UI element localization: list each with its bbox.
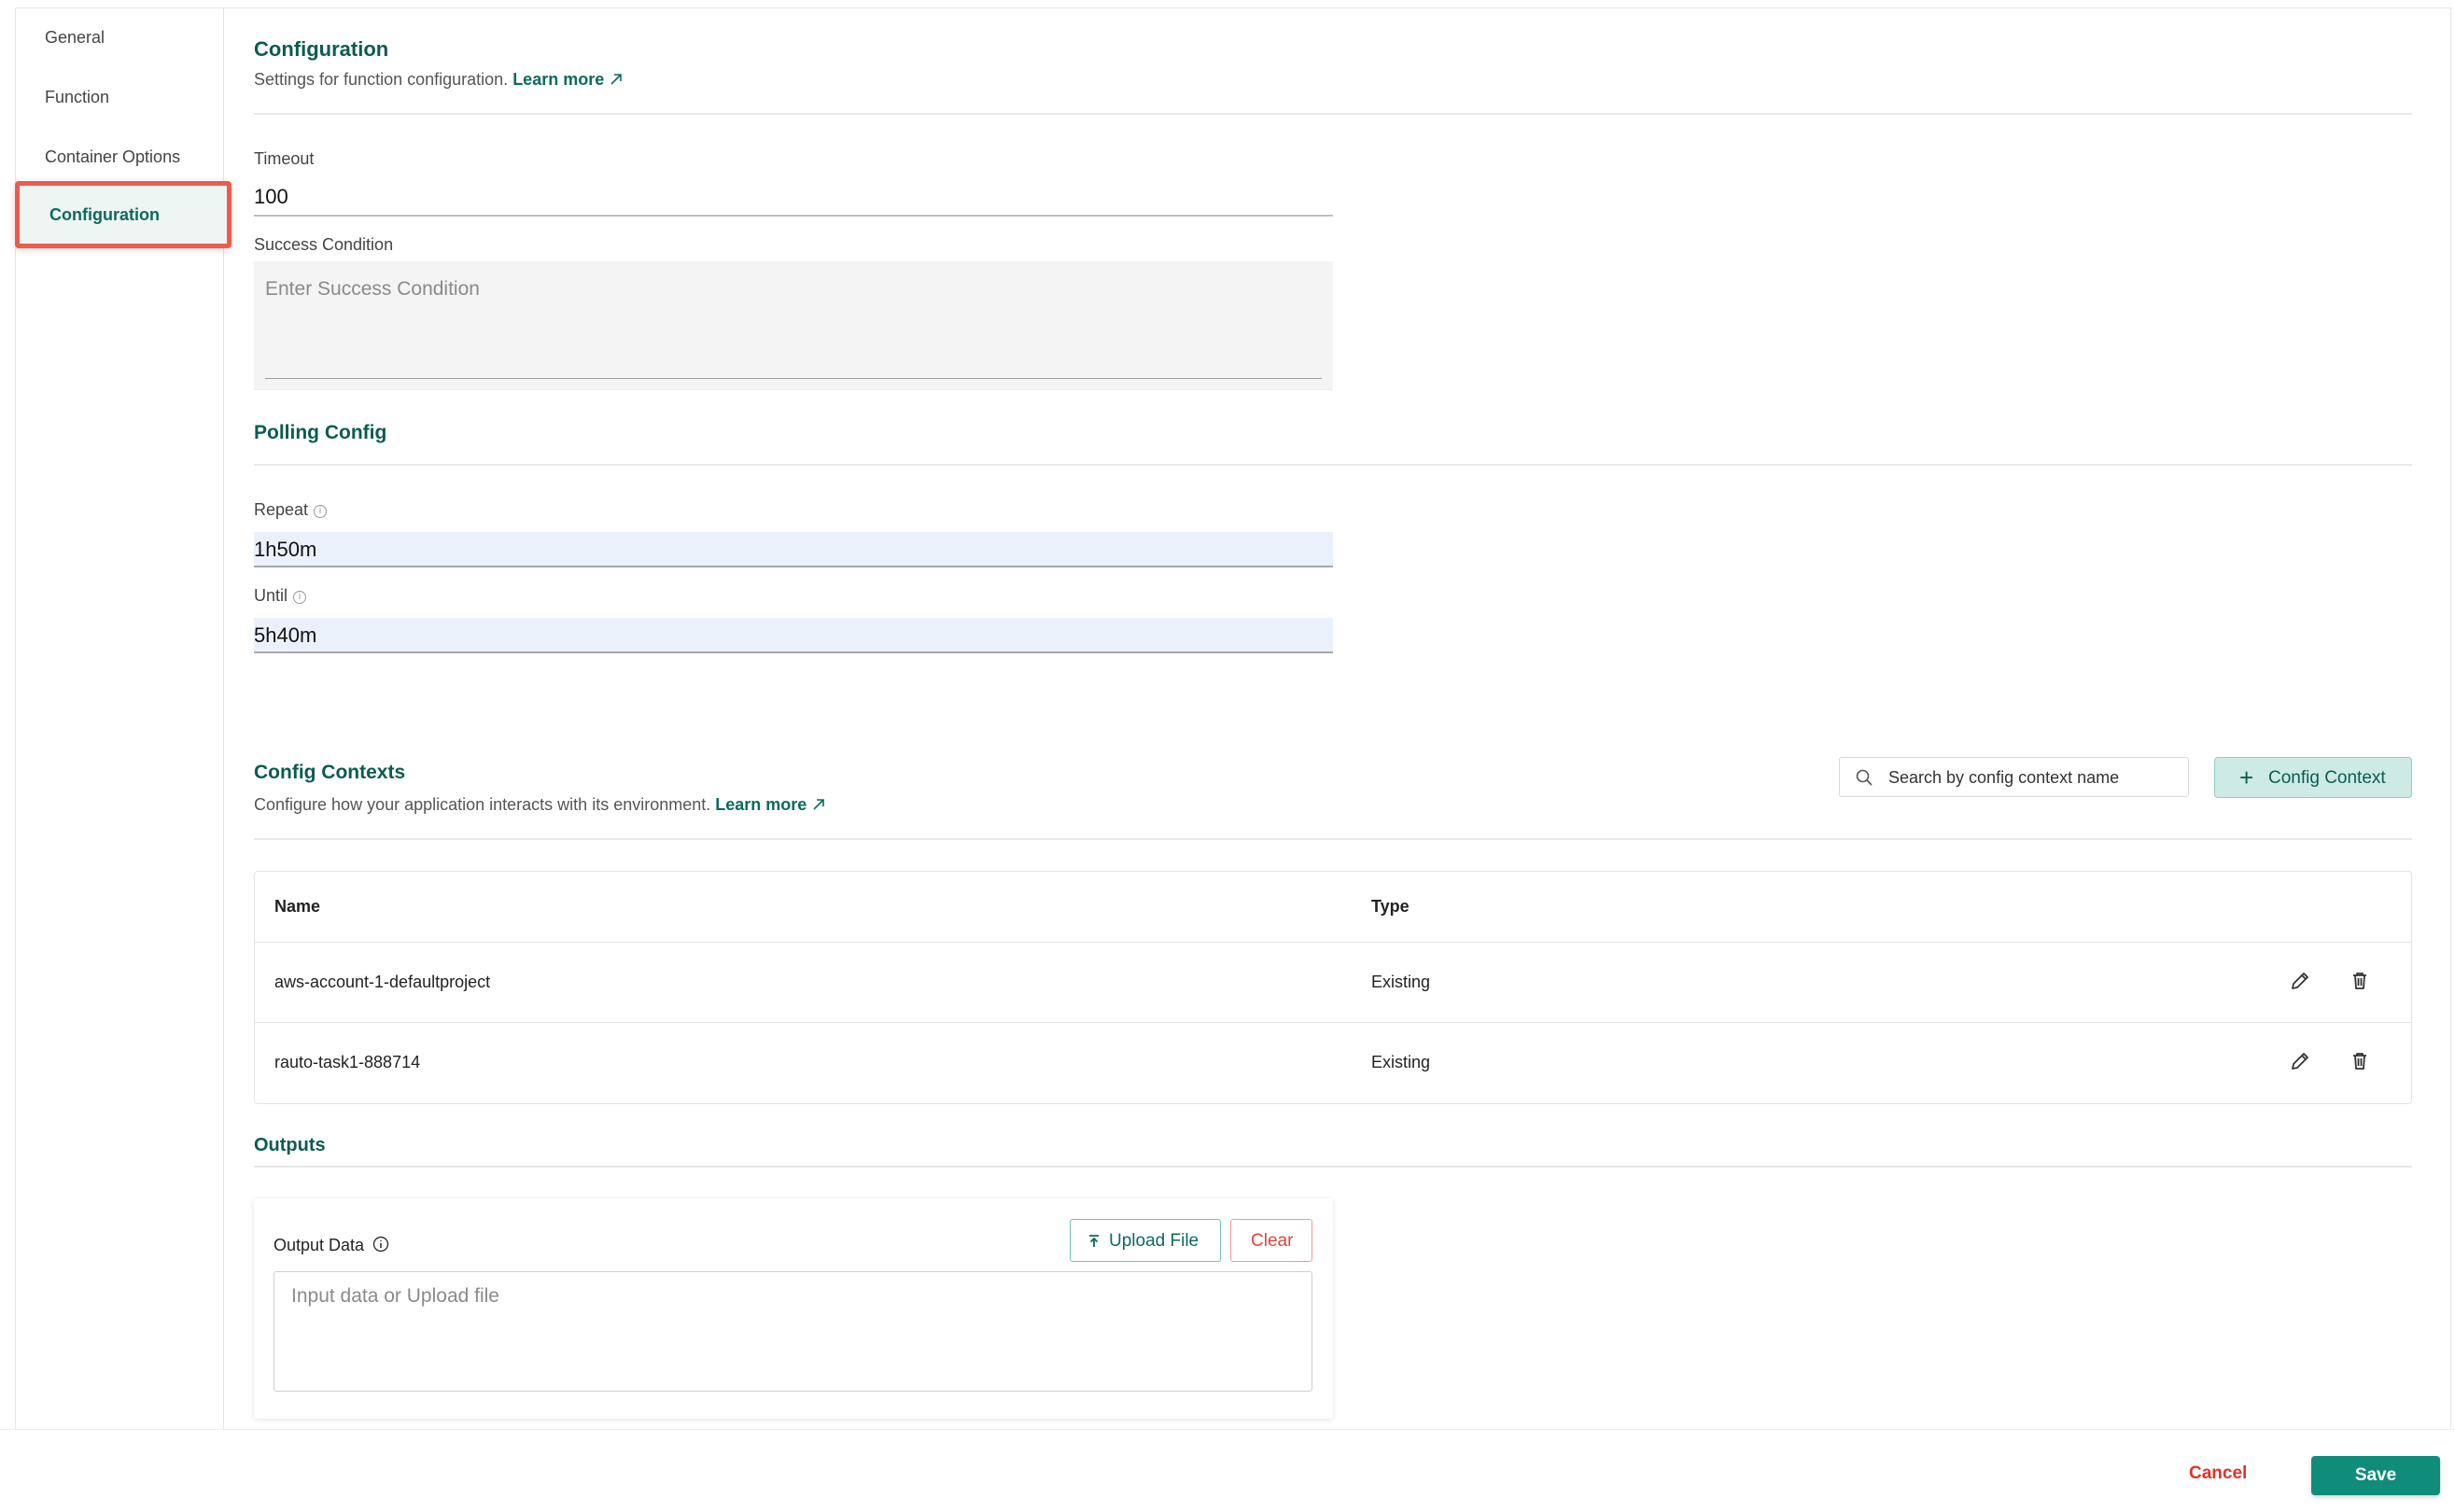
configuration-description: Settings for function configuration. Lea… (254, 70, 624, 90)
info-icon[interactable]: i (314, 505, 328, 518)
context-type: Existing (1371, 973, 1431, 991)
config-context-search[interactable]: Search by config context name (1839, 757, 2189, 797)
row-separator (255, 1022, 2411, 1023)
config-contexts-title: Config Contexts (254, 762, 406, 783)
plus-icon: + (2239, 763, 2254, 791)
add-config-context-button[interactable]: + Config Context (2214, 757, 2412, 798)
repeat-label: Repeat i (254, 500, 328, 520)
timeout-input[interactable]: 100 (254, 185, 288, 209)
clear-label: Clear (1251, 1231, 1294, 1251)
context-type: Existing (1371, 1053, 1431, 1071)
external-link-icon (610, 74, 623, 85)
info-icon[interactable]: i (293, 591, 307, 604)
output-data-label: Output Data (274, 1236, 389, 1255)
search-input[interactable]: Search by config context name (1888, 768, 2119, 788)
search-icon (1856, 769, 1873, 786)
repeat-value: 1h50m (254, 538, 317, 561)
timeout-label: Timeout (254, 149, 315, 168)
column-header-name[interactable]: Name (274, 897, 320, 917)
learn-more-label: Learn more (715, 795, 807, 814)
save-button[interactable]: Save (2311, 1456, 2440, 1495)
until-label: Until i (254, 586, 307, 606)
upload-file-label: Upload File (1109, 1231, 1199, 1251)
repeat-input[interactable]: 1h50m (254, 532, 1333, 567)
success-condition-placeholder: Enter Success Condition (265, 278, 480, 300)
add-config-context-label: Config Context (2268, 768, 2386, 788)
output-data-label-text: Output Data (274, 1236, 365, 1254)
polling-config-title: Polling Config (254, 422, 387, 443)
section-divider (254, 838, 2412, 840)
trash-icon[interactable] (2346, 967, 2374, 995)
section-divider (254, 1166, 2412, 1168)
sidebar-item-function[interactable]: Function (45, 88, 109, 107)
learn-more-label: Learn more (512, 70, 605, 89)
section-divider (254, 464, 2412, 466)
config-contexts-description: Configure how your application interacts… (254, 795, 826, 815)
success-condition-textarea[interactable]: Enter Success Condition (254, 261, 1333, 390)
until-label-text: Until (254, 586, 288, 605)
success-condition-underline (265, 378, 1322, 379)
upload-icon (1089, 1235, 1099, 1247)
timeout-underline (254, 215, 1333, 217)
sidebar-item-container-options[interactable]: Container Options (45, 147, 180, 167)
configuration-learn-more-link[interactable]: Learn more (512, 70, 624, 89)
trash-icon[interactable] (2346, 1047, 2374, 1075)
row-separator (255, 942, 2411, 943)
outputs-title: Outputs (254, 1135, 326, 1155)
until-input[interactable]: 5h40m (254, 618, 1333, 653)
config-contexts-description-text: Configure how your application interacts… (254, 795, 711, 814)
info-icon[interactable] (372, 1236, 389, 1253)
section-divider (254, 113, 2412, 115)
column-header-type[interactable]: Type (1371, 897, 1410, 917)
sidebar-item-general[interactable]: General (45, 28, 105, 48)
output-data-textarea[interactable]: Input data or Upload file (274, 1271, 1312, 1392)
cancel-button[interactable]: Cancel (2189, 1463, 2247, 1484)
until-value: 5h40m (254, 623, 317, 647)
config-contexts-learn-more-link[interactable]: Learn more (715, 795, 826, 814)
external-link-icon (813, 799, 825, 810)
sidebar: General Function Container Options Confi… (15, 7, 231, 1430)
configuration-description-text: Settings for function configuration. (254, 70, 509, 89)
context-name: aws-account-1-defaultproject (274, 973, 491, 991)
edit-icon[interactable] (2286, 1047, 2314, 1075)
output-data-placeholder: Input data or Upload file (291, 1285, 499, 1307)
footer-divider (0, 1429, 2455, 1430)
repeat-label-text: Repeat (254, 500, 309, 519)
config-contexts-table: Name Type aws-account-1-defaultproject E… (254, 871, 2412, 1104)
sidebar-item-configuration[interactable]: Configuration (15, 181, 231, 248)
success-condition-label: Success Condition (254, 235, 394, 254)
upload-file-button[interactable]: Upload File (1070, 1219, 1221, 1262)
edit-icon[interactable] (2286, 967, 2314, 995)
clear-button[interactable]: Clear (1230, 1219, 1312, 1262)
configuration-title: Configuration (254, 37, 389, 61)
context-name: rauto-task1-888714 (274, 1053, 421, 1071)
